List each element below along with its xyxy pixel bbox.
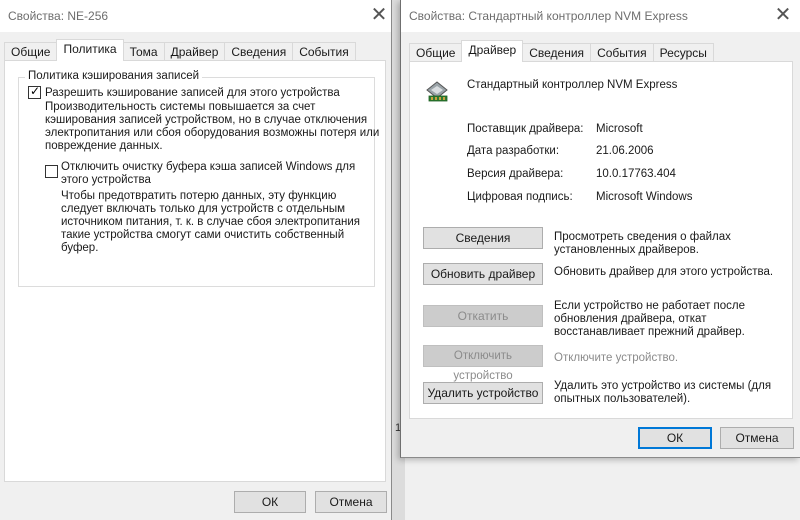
disable-device-button[interactable]: Отключить устройство (423, 345, 543, 382)
ne256-properties-window: Свойства: NE-256 ✕ Общие Политика Тома Д… (0, 0, 392, 520)
option1-desc-line1: Производительность системы повышается за… (45, 101, 316, 113)
tab-resources[interactable]: Ресурсы (652, 43, 714, 62)
option2-desc-line5: буфер. (61, 242, 99, 254)
close-icon[interactable]: ✕ (770, 3, 796, 29)
rollback-driver-button[interactable]: Откатить (423, 305, 543, 327)
enable-write-caching-label[interactable]: Разрешить кэширование записей для этого … (45, 87, 340, 100)
tab-policy[interactable]: Политика (56, 39, 124, 61)
disable-device-desc: Отключите устройство. (554, 352, 679, 364)
date-label: Дата разработки: (467, 145, 560, 157)
close-icon[interactable]: ✕ (366, 3, 392, 29)
provider-value: Microsoft (596, 123, 643, 135)
tab-general[interactable]: Общие (409, 43, 463, 62)
provider-label: Поставщик драйвера: (467, 123, 584, 135)
tab-strip: Общие Политика Тома Драйвер Сведения Соб… (4, 39, 356, 61)
cancel-button[interactable]: Отмена (315, 491, 387, 513)
driver-details-desc-line1: Просмотреть сведения о файлах (554, 231, 731, 243)
storage-controller-icon (423, 76, 451, 104)
turn-off-cache-flushing-label-line1[interactable]: Отключить очистку буфера кэша записей Wi… (61, 161, 355, 174)
tab-volumes[interactable]: Тома (122, 42, 165, 61)
title-bar: Свойства: Стандартный контроллер NVM Exp… (401, 0, 800, 32)
turn-off-cache-flushing-label-line2[interactable]: этого устройства (61, 174, 151, 187)
tab-details[interactable]: Сведения (522, 43, 592, 62)
date-value: 21.06.2006 (596, 145, 654, 157)
checkmark-icon: ✓ (30, 84, 41, 98)
rollback-desc-line2: обновления драйвера, откат (554, 313, 707, 325)
uninstall-desc-line2: опытных пользователей). (554, 393, 691, 405)
uninstall-device-button[interactable]: Удалить устройство (423, 382, 543, 404)
ok-button[interactable]: ОК (234, 491, 306, 513)
tab-driver[interactable]: Драйвер (163, 42, 226, 61)
enable-write-caching-checkbox[interactable]: ✓ (28, 84, 41, 99)
option2-desc-line4: такие устройства смогут сами очистить со… (61, 229, 345, 241)
option2-desc-line1: Чтобы предотвратить потерю данных, эту ф… (61, 190, 337, 202)
group-title: Политика кэширования записей (25, 70, 203, 82)
device-name: Стандартный контроллер NVM Express (467, 79, 678, 91)
version-value: 10.0.17763.404 (596, 168, 676, 180)
version-label: Версия драйвера: (467, 168, 564, 180)
option1-desc-line4: повреждение данных. (45, 140, 163, 152)
tab-events[interactable]: События (292, 42, 356, 61)
signer-value: Microsoft Windows (596, 191, 693, 203)
driver-details-desc-line2: установленных драйверов. (554, 244, 699, 256)
title-bar: Свойства: NE-256 ✕ (0, 0, 391, 32)
update-driver-button[interactable]: Обновить драйвер (423, 263, 543, 285)
option2-desc-line3: источником питания, т. к. в случае сбоя … (61, 216, 361, 228)
tab-details[interactable]: Сведения (224, 42, 294, 61)
tab-strip: Общие Драйвер Сведения События Ресурсы (409, 40, 714, 62)
driver-details-button[interactable]: Сведения (423, 227, 543, 249)
rollback-desc-line1: Если устройство не работает после (554, 300, 746, 312)
tab-events[interactable]: События (590, 43, 654, 62)
signer-label: Цифровая подпись: (467, 191, 573, 203)
window-title: Свойства: NE-256 (8, 9, 109, 23)
tab-driver[interactable]: Драйвер (461, 40, 524, 62)
cancel-button[interactable]: Отмена (720, 427, 794, 449)
update-driver-desc: Обновить драйвер для этого устройства. (554, 266, 774, 278)
option2-desc-line2: следует включать только для устройств с … (61, 203, 346, 215)
ok-button[interactable]: ОК (638, 427, 712, 449)
window-title: Свойства: Стандартный контроллер NVM Exp… (409, 9, 688, 23)
rollback-desc-line3: восстанавливает прежний драйвер. (554, 326, 745, 338)
tab-general[interactable]: Общие (4, 42, 58, 61)
option1-desc-line2: кэширования записей устройством, но в сл… (45, 114, 368, 126)
option1-desc-line3: электропитания или сбоя оборудования воз… (45, 127, 380, 139)
nvme-controller-properties-window: Свойства: Стандартный контроллер NVM Exp… (400, 0, 800, 458)
uninstall-desc-line1: Удалить это устройство из системы (для (554, 380, 772, 392)
turn-off-cache-flushing-checkbox[interactable] (45, 165, 58, 178)
